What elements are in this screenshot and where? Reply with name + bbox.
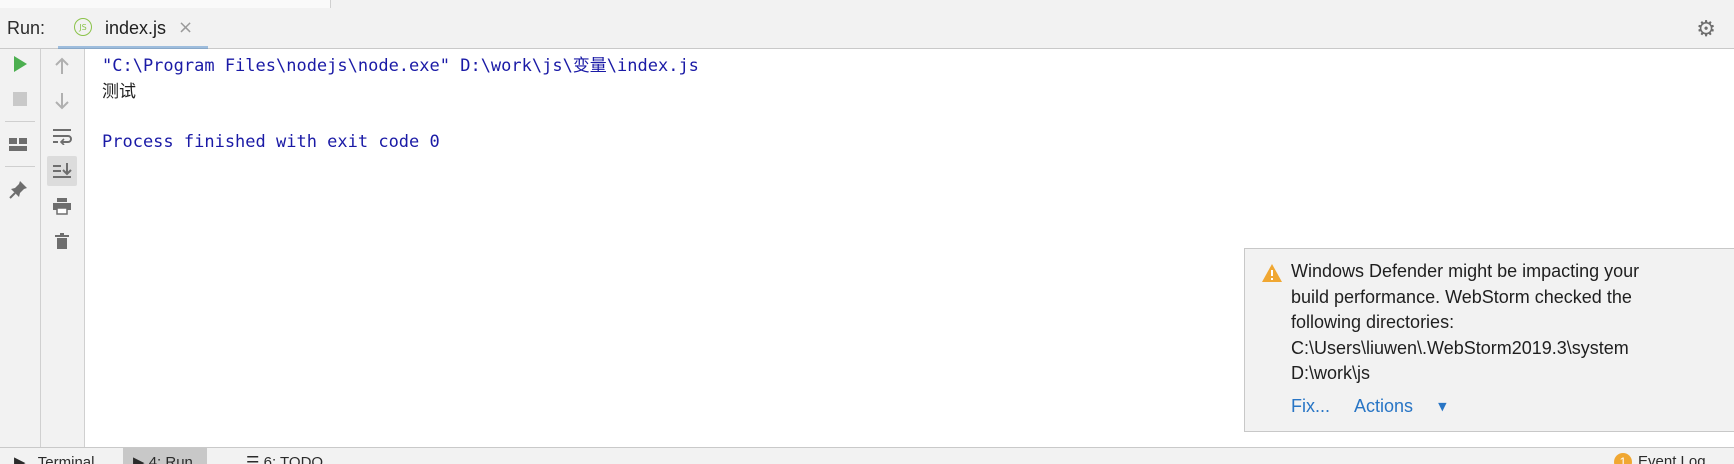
event-count-badge: 1 — [1614, 453, 1632, 464]
run-tab-label: 4: Run — [148, 454, 193, 464]
program-output-line: 测试 — [102, 82, 136, 102]
run-tool-window: Run: JS index.js × ⚙ "C:\Program Files\n… — [0, 0, 1734, 464]
fix-link[interactable]: Fix... — [1291, 396, 1330, 416]
command-line: "C:\Program Files\nodejs\node.exe" D:\wo… — [102, 56, 699, 76]
tab-index-js[interactable]: JS index.js × — [58, 8, 208, 49]
notification-line: C:\Users\liuwen\.WebStorm2019.3\system — [1291, 337, 1629, 358]
notification-line: D:\work\js — [1291, 363, 1371, 383]
actions-label: Actions — [1354, 396, 1414, 416]
arrow-up-icon — [55, 57, 69, 74]
print-button[interactable] — [47, 191, 77, 221]
trash-icon — [55, 233, 69, 249]
tab-terminal[interactable]: ▶_ Terminal — [14, 453, 94, 464]
close-icon[interactable]: × — [178, 17, 193, 38]
gear-icon[interactable]: ⚙ — [1696, 17, 1716, 42]
toolbar-divider — [5, 121, 35, 122]
print-icon — [53, 198, 71, 215]
notification-line: following directories: — [1291, 312, 1455, 332]
terminal-label: Terminal — [37, 454, 95, 464]
tab-run[interactable]: ▶ 4: Run — [123, 448, 207, 464]
notification-actions: Fix... Actions ▼ — [1291, 396, 1487, 417]
terminal-icon: ▶_ — [14, 454, 38, 464]
notification-line: build performance. WebStorm checked the — [1291, 286, 1632, 307]
tab-title: index.js — [105, 18, 167, 38]
stop-button[interactable] — [5, 84, 35, 114]
pin-icon — [9, 181, 27, 199]
restore-layout-button[interactable] — [3, 129, 33, 159]
run-label: Run: — [7, 18, 46, 38]
bottom-tool-bar: ▶_ Terminal ▶ 4: Run ☰ 6: TODO 1 Event Lo… — [0, 447, 1734, 464]
scroll-to-end-icon — [53, 163, 72, 178]
layout-icon — [9, 138, 27, 151]
stop-icon — [13, 92, 27, 106]
run-icon: ▶ — [133, 454, 149, 464]
event-log-button[interactable]: 1 Event Log — [1614, 453, 1706, 464]
run-header: Run: JS index.js × ⚙ — [0, 8, 1734, 49]
todo-icon: ☰ — [246, 454, 264, 464]
scroll-to-end-button[interactable] — [47, 156, 77, 186]
play-icon — [14, 56, 27, 72]
event-log-label: Event Log — [1638, 453, 1706, 464]
next-occurrence-button[interactable] — [47, 86, 77, 116]
console-actions-toolbar — [41, 49, 85, 447]
rerun-button[interactable] — [5, 49, 35, 79]
exit-status-line: Process finished with exit code 0 — [102, 132, 440, 152]
nodejs-file-icon: JS — [74, 18, 92, 36]
windows-defender-notification: Windows Defender might be impacting your… — [1244, 248, 1734, 432]
actions-dropdown[interactable]: Actions ▼ — [1354, 396, 1467, 416]
pin-tab-button[interactable] — [4, 174, 34, 204]
tab-todo[interactable]: ☰ 6: TODO — [246, 453, 323, 464]
clear-all-button[interactable] — [47, 226, 77, 256]
toolbar-divider — [5, 166, 35, 167]
todo-label: 6: TODO — [263, 454, 324, 464]
notification-message: Windows Defender might be impacting your… — [1291, 259, 1721, 387]
notification-line: Windows Defender might be impacting your — [1291, 261, 1640, 281]
top-strip-segment — [0, 0, 331, 8]
warning-icon — [1262, 264, 1282, 282]
run-actions-toolbar — [0, 49, 41, 447]
chevron-down-icon: ▼ — [1438, 400, 1447, 413]
soft-wrap-button[interactable] — [47, 121, 77, 151]
soft-wrap-icon — [53, 129, 72, 145]
previous-occurrence-button[interactable] — [47, 51, 77, 81]
arrow-down-icon — [55, 93, 69, 110]
